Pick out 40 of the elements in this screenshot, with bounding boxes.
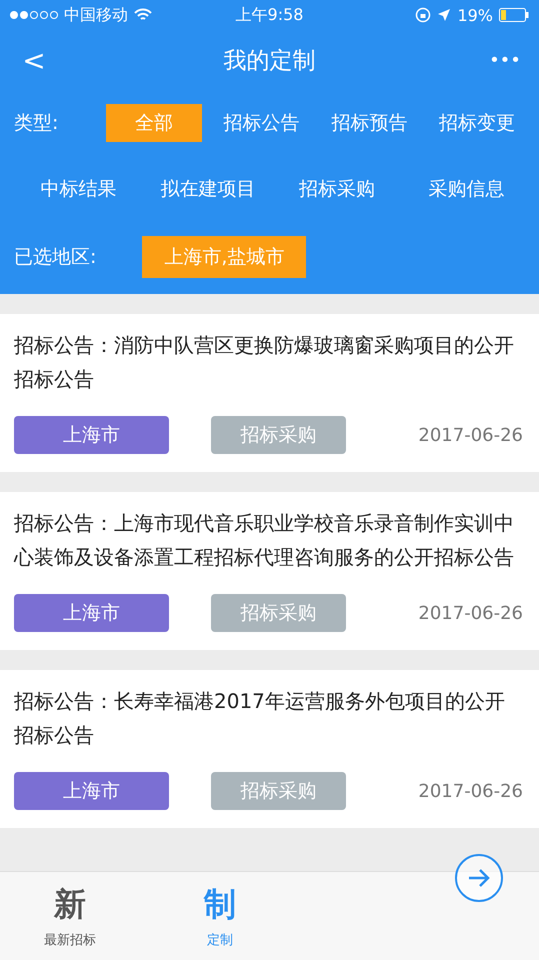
clock-time: 上午9:58: [236, 4, 304, 26]
wifi-icon: [134, 8, 152, 22]
carrier-name: 中国移动: [64, 4, 128, 26]
tender-card[interactable]: 招标公告：上海市现代音乐职业学校音乐录音制作实训中心装饰及设备添置工程招标代理咨询服务的公开招标公告 上海市 招标采购 2017-06-26: [0, 492, 539, 650]
category-tag: 招标采购: [211, 416, 346, 454]
page-title: 我的定制: [224, 46, 316, 76]
tender-date: 2017-06-26: [418, 602, 523, 624]
region-tag: 上海市: [14, 594, 169, 632]
back-button[interactable]: <: [14, 44, 54, 76]
tender-card[interactable]: 招标公告：消防中队营区更换防爆玻璃窗采购项目的公开招标公告 上海市 招标采购 2017-06-26: [0, 314, 539, 472]
type-option[interactable]: 全部: [106, 104, 202, 142]
location-icon: [437, 8, 452, 22]
tender-card[interactable]: 招标公告：长寿幸福港2017年运营服务外包项目的公开招标公告 上海市 招标采购 2017-06-26: [0, 670, 539, 828]
region-label: 已选地区:: [14, 245, 96, 270]
region-value[interactable]: 上海市,盐城市: [142, 236, 306, 278]
lock-rotation-icon: [415, 7, 432, 23]
type-option[interactable]: 采购信息: [424, 170, 508, 208]
type-option[interactable]: 招标预告: [327, 104, 412, 142]
tender-date: 2017-06-26: [418, 424, 523, 446]
region-tag: 上海市: [14, 772, 169, 810]
tender-date: 2017-06-26: [418, 780, 523, 802]
battery-percent: 19%: [457, 6, 493, 24]
type-option[interactable]: 拟在建项目: [156, 170, 260, 208]
type-option[interactable]: 招标采购: [295, 170, 380, 208]
category-tag: 招标采购: [211, 772, 346, 810]
tender-title: 招标公告：消防中队营区更换防爆玻璃窗采购项目的公开招标公告: [14, 332, 515, 393]
category-tag: 招标采购: [211, 594, 346, 632]
more-button[interactable]: •••: [485, 50, 525, 70]
type-option[interactable]: 招标公告: [220, 104, 304, 142]
region-tag: 上海市: [14, 416, 169, 454]
type-option[interactable]: 中标结果: [36, 170, 121, 208]
battery-icon: [499, 8, 529, 22]
signal-icon: [10, 11, 58, 19]
tender-title: 招标公告：上海市现代音乐职业学校音乐录音制作实训中心装饰及设备添置工程招标代理咨询服务的公开招标公告: [14, 510, 515, 571]
tab-item[interactable]: 制 定制: [170, 872, 270, 960]
tab-item[interactable]: 新 最新招标: [20, 872, 120, 960]
arrow-right-icon: [467, 868, 491, 888]
tender-title: 招标公告：长寿幸福港2017年运营服务外包项目的公开招标公告: [14, 688, 506, 749]
type-label: 类型:: [14, 111, 60, 136]
type-option[interactable]: 招标变更: [435, 104, 520, 142]
